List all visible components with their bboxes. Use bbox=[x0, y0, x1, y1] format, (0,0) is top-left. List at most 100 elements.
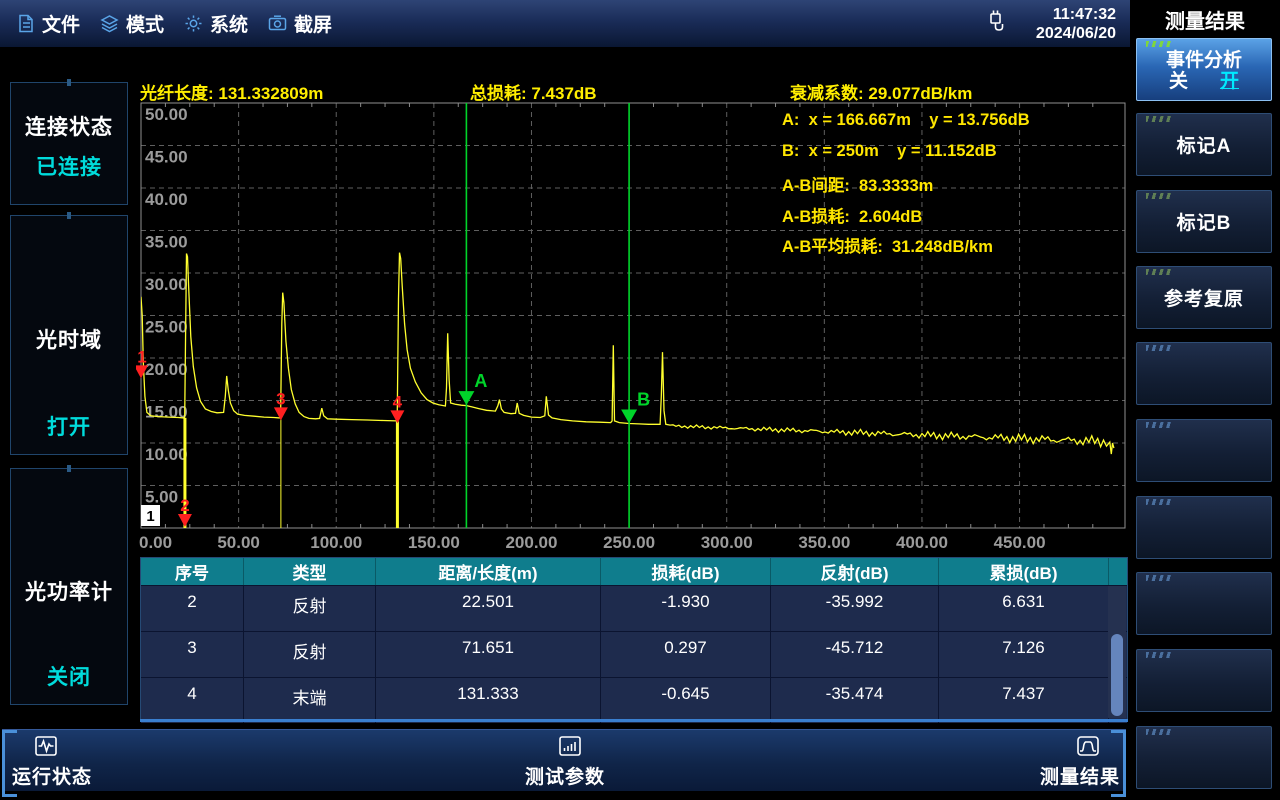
col-header-1: 序号 bbox=[141, 558, 244, 585]
softkey-empty-10[interactable] bbox=[1136, 726, 1272, 789]
softkey-label bbox=[1137, 727, 1271, 788]
event-cell: 3 bbox=[141, 632, 244, 677]
svg-text:3: 3 bbox=[276, 389, 285, 408]
event-cell: 6.631 bbox=[939, 586, 1109, 631]
trace-icon bbox=[1076, 734, 1120, 760]
softkey-事件分析[interactable]: 事件分析关开 bbox=[1136, 38, 1272, 101]
softkey-label bbox=[1137, 573, 1271, 634]
col-header-2: 类型 bbox=[244, 558, 376, 585]
menu-label: 模式 bbox=[126, 10, 164, 37]
softkey-empty-6[interactable] bbox=[1136, 419, 1272, 482]
event-cell: 22.501 bbox=[376, 586, 601, 631]
softkey-label bbox=[1137, 650, 1271, 711]
event-table-body: 2反射22.501-1.930-35.9926.6313反射71.6510.29… bbox=[141, 585, 1127, 723]
softkey-参考复原[interactable]: 参考复原 bbox=[1136, 266, 1272, 329]
bottom-tab-label: 运行状态 bbox=[12, 762, 92, 789]
status-panel-光功率计[interactable]: 光功率计关闭 bbox=[10, 468, 128, 705]
panel-title: 光时域 bbox=[11, 324, 127, 354]
status-panel-光时域[interactable]: 光时域打开 bbox=[10, 215, 128, 455]
col-header-6: 累损(dB) bbox=[939, 558, 1109, 585]
panel-value: 已连接 bbox=[11, 151, 127, 181]
softkey-label bbox=[1137, 343, 1271, 404]
svg-text:400.00: 400.00 bbox=[896, 533, 948, 552]
bottom-tab-运行状态[interactable]: 运行状态 bbox=[12, 734, 92, 789]
svg-text:A: A bbox=[474, 371, 487, 391]
event-table-header: 序号类型距离/长度(m)损耗(dB)反射(dB)累损(dB) bbox=[141, 558, 1127, 585]
event-cell: 反射 bbox=[244, 586, 376, 631]
event-cell: 末端 bbox=[244, 678, 376, 723]
event-cell: 2 bbox=[141, 586, 244, 631]
menu-item-4[interactable]: 截屏 bbox=[268, 10, 332, 37]
softkey-empty-5[interactable] bbox=[1136, 342, 1272, 405]
softkey-标记A[interactable]: 标记A bbox=[1136, 113, 1272, 176]
event-cell: 7.126 bbox=[939, 632, 1109, 677]
menu-label: 文件 bbox=[42, 10, 80, 37]
panel-value: 关闭 bbox=[11, 661, 127, 691]
bottom-tab-测试参数[interactable]: 测试参数 bbox=[525, 734, 605, 789]
softkey-标记B[interactable]: 标记B bbox=[1136, 190, 1272, 253]
event-row-2[interactable]: 2反射22.501-1.930-35.9926.631 bbox=[141, 585, 1127, 631]
menu-item-1[interactable]: 文件 bbox=[18, 10, 80, 37]
svg-text:50.00: 50.00 bbox=[217, 533, 260, 552]
marker-readout-line: B: x = 250m y = 11.152dB bbox=[782, 142, 1132, 173]
softkey-empty-8[interactable] bbox=[1136, 572, 1272, 635]
svg-text:5.00: 5.00 bbox=[145, 488, 178, 507]
svg-text:1: 1 bbox=[137, 347, 146, 366]
menu-item-2[interactable]: 模式 bbox=[100, 10, 164, 37]
event-cell: 7.437 bbox=[939, 678, 1109, 723]
svg-text:20.00: 20.00 bbox=[145, 360, 188, 379]
top-menu-bar: 文件 模式 系统 截屏 11:47:32 2024/06/20 bbox=[0, 0, 1130, 47]
svg-text:40.00: 40.00 bbox=[145, 190, 188, 209]
event-cell: -35.474 bbox=[771, 678, 939, 723]
event-cell: -45.712 bbox=[771, 632, 939, 677]
menu-label: 系统 bbox=[210, 10, 248, 37]
waveform-icon bbox=[34, 734, 92, 760]
top-status: 11:47:32 2024/06/20 bbox=[984, 5, 1130, 43]
softkey-empty-7[interactable] bbox=[1136, 496, 1272, 559]
event-cell: -0.645 bbox=[601, 678, 771, 723]
bottom-tab-测量结果[interactable]: 测量结果 bbox=[1040, 734, 1120, 789]
svg-text:10.00: 10.00 bbox=[145, 445, 188, 464]
svg-text:100.00: 100.00 bbox=[310, 533, 362, 552]
menu-item-3[interactable]: 系统 bbox=[184, 10, 248, 37]
marker-readout-line: A-B平均损耗: 31.248dB/km bbox=[782, 233, 1132, 264]
sidebar-title: 测量结果 bbox=[1130, 5, 1280, 34]
softkey-label: 标记A bbox=[1137, 114, 1271, 175]
menu-label: 截屏 bbox=[294, 10, 332, 37]
status-panel-连接状态[interactable]: 连接状态已连接 bbox=[10, 82, 128, 205]
table-scrollbar-thumb[interactable] bbox=[1111, 634, 1123, 716]
state-on-label[interactable]: 开 bbox=[1220, 66, 1239, 93]
softkey-sidebar: 测量结果 事件分析关开标记A标记B参考复原 bbox=[1130, 0, 1280, 800]
state-off-label[interactable]: 关 bbox=[1169, 66, 1188, 93]
col-header-5: 反射(dB) bbox=[771, 558, 939, 585]
layers-icon bbox=[100, 14, 119, 33]
col-header-4: 损耗(dB) bbox=[601, 558, 771, 585]
panel-value: 打开 bbox=[11, 411, 127, 441]
panel-title: 光功率计 bbox=[11, 576, 127, 606]
event-cell: 131.333 bbox=[376, 678, 601, 723]
softkey-empty-9[interactable] bbox=[1136, 649, 1272, 712]
softkey-label bbox=[1137, 497, 1271, 558]
event-row-3[interactable]: 3反射71.6510.297-45.7127.126 bbox=[141, 631, 1127, 677]
marker-readout-line: A-B损耗: 2.604dB bbox=[782, 203, 1132, 234]
svg-text:300.00: 300.00 bbox=[701, 533, 753, 552]
camera-icon bbox=[268, 15, 287, 32]
event-cell: 反射 bbox=[244, 632, 376, 677]
date-text: 2024/06/20 bbox=[1036, 24, 1116, 43]
event-row-4[interactable]: 4末端131.333-0.645-35.4747.437 bbox=[141, 677, 1127, 723]
bottom-tab-bar: 运行状态 测试参数测量结果 bbox=[2, 729, 1126, 791]
event-cell: -35.992 bbox=[771, 586, 939, 631]
event-cell: -1.930 bbox=[601, 586, 771, 631]
softkey-label: 标记B bbox=[1137, 191, 1271, 252]
table-accent-line bbox=[140, 719, 1128, 722]
svg-text:350.00: 350.00 bbox=[798, 533, 850, 552]
time-text: 11:47:32 bbox=[1036, 5, 1116, 24]
file-icon bbox=[18, 14, 35, 33]
col-header-3: 距离/长度(m) bbox=[376, 558, 601, 585]
svg-text:150.00: 150.00 bbox=[408, 533, 460, 552]
svg-text:450.00: 450.00 bbox=[994, 533, 1046, 552]
bottom-tab-label: 测量结果 bbox=[1040, 762, 1120, 789]
svg-text:50.00: 50.00 bbox=[145, 105, 188, 124]
table-scrollbar[interactable] bbox=[1108, 586, 1126, 718]
svg-text:25.00: 25.00 bbox=[145, 318, 188, 337]
